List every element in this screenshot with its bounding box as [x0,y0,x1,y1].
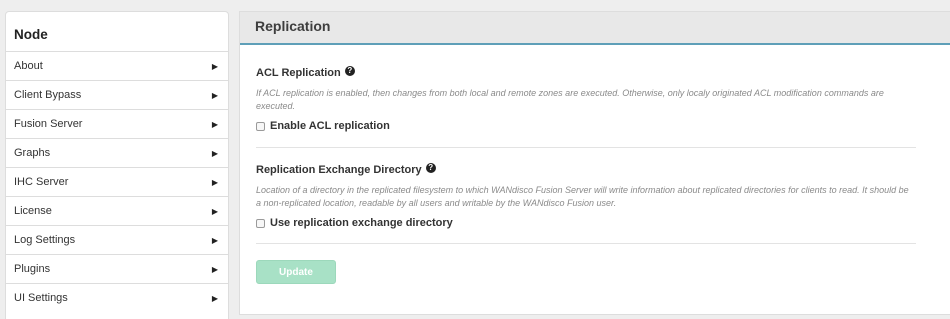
enable-acl-replication-label[interactable]: Enable ACL replication [270,120,390,132]
sidebar-item-license[interactable]: License ▶ [6,196,228,225]
sidebar-item-ihc-server[interactable]: IHC Server ▶ [6,167,228,196]
panel-title: Replication [240,12,950,45]
sidebar-item-log-settings[interactable]: Log Settings ▶ [6,225,228,254]
sidebar-item-graphs[interactable]: Graphs ▶ [6,138,228,167]
sidebar-item-label: Log Settings [14,234,76,246]
exchange-directory-description: Location of a directory in the replicate… [256,185,909,208]
acl-replication-heading: ACL Replication ? [256,66,916,80]
exchange-directory-title: Replication Exchange Directory [256,164,422,176]
sidebar-item-label: Graphs [14,147,51,159]
acl-replication-title: ACL Replication [256,67,341,79]
sidebar-item-ui-settings[interactable]: UI Settings ▶ [6,283,228,312]
sidebar-item-label: Fusion Server [14,118,83,130]
actions-row: Update [256,244,950,284]
sidebar-item-label: Client Bypass [14,89,82,101]
caret-right-icon: ▶ [211,206,218,216]
sidebar-item-label: License [14,205,52,217]
enable-acl-replication-row[interactable]: Enable ACL replication [256,120,916,132]
exchange-directory-heading: Replication Exchange Directory ? [256,163,916,177]
help-icon[interactable]: ? [344,66,355,76]
sidebar-item-label: About [14,60,43,72]
sidebar-list: About ▶ Client Bypass ▶ Fusion Server ▶ … [6,51,228,312]
sidebar-item-plugins[interactable]: Plugins ▶ [6,254,228,283]
exchange-directory-section: Replication Exchange Directory ? Locatio… [256,148,916,229]
sidebar-item-client-bypass[interactable]: Client Bypass ▶ [6,80,228,109]
caret-right-icon: ▶ [211,119,218,129]
use-exchange-directory-row[interactable]: Use replication exchange directory [256,217,916,229]
sidebar-title: Node [14,27,48,42]
caret-right-icon: ▶ [211,293,218,303]
caret-right-icon: ▶ [211,177,218,187]
replication-panel: Replication ACL Replication ? If ACL rep… [239,11,950,315]
use-exchange-directory-checkbox[interactable] [256,218,265,228]
sidebar-item-label: UI Settings [14,292,68,304]
use-exchange-directory-label[interactable]: Use replication exchange directory [270,217,453,229]
acl-replication-description: If ACL replication is enabled, then chan… [256,88,884,111]
sidebar: Node About ▶ Client Bypass ▶ Fusion Serv… [5,11,229,319]
help-icon[interactable]: ? [425,163,436,173]
caret-right-icon: ▶ [211,90,218,100]
caret-right-icon: ▶ [211,61,218,71]
sidebar-item-about[interactable]: About ▶ [6,51,228,80]
caret-right-icon: ▶ [211,264,218,274]
sidebar-item-fusion-server[interactable]: Fusion Server ▶ [6,109,228,138]
enable-acl-replication-checkbox[interactable] [256,121,265,131]
sidebar-item-label: IHC Server [14,176,69,188]
panel-body: ACL Replication ? If ACL replication is … [240,45,950,284]
caret-right-icon: ▶ [211,235,218,245]
caret-right-icon: ▶ [211,148,218,158]
sidebar-item-label: Plugins [14,263,51,275]
acl-replication-section: ACL Replication ? If ACL replication is … [256,45,916,132]
update-button[interactable]: Update [256,260,336,284]
